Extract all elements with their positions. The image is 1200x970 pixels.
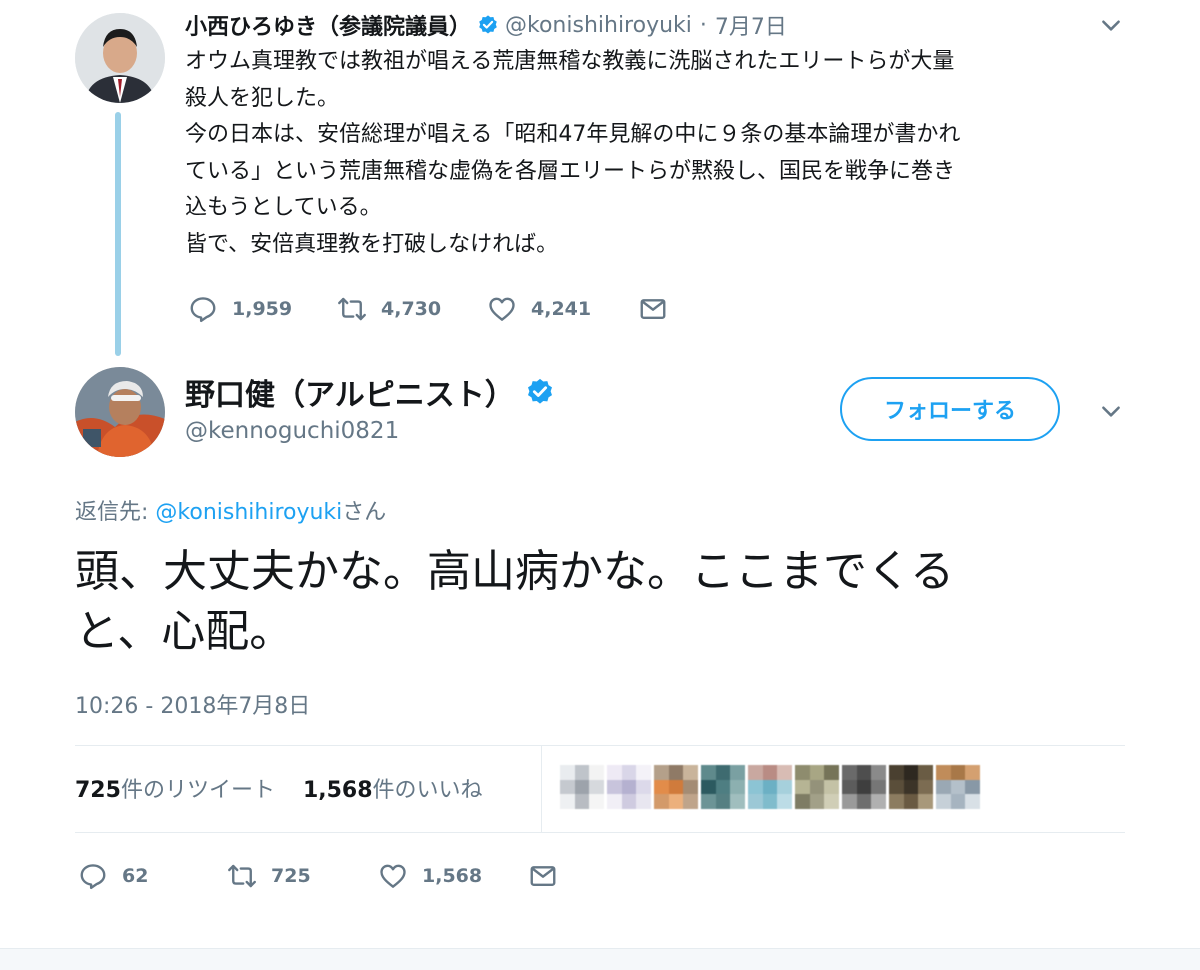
parent-tweet-line: ている」という荒唐無稽な虚偽を各層エリートらが黙殺し、国民を戦争に巻き xyxy=(185,158,956,184)
tweet-stats: 725件のリツイート 1,568件のいいね xyxy=(75,772,483,804)
parent-tweet-date[interactable]: 7月7日 xyxy=(715,9,787,41)
avatar-konishi[interactable] xyxy=(75,13,165,103)
parent-reply-button[interactable]: 1,959 xyxy=(188,294,292,324)
liker-avatar[interactable] xyxy=(842,765,886,809)
reply-icon xyxy=(190,297,216,323)
like-count: 1,568 xyxy=(422,865,483,887)
like-stat-label: 件のいいね xyxy=(372,778,483,803)
liker-avatar[interactable] xyxy=(889,765,933,809)
retweet-stat-count: 725 xyxy=(75,778,121,803)
message-icon xyxy=(640,299,666,319)
parent-tweet-line: 殺人を犯した。 xyxy=(185,85,340,111)
retweet-count: 725 xyxy=(271,865,311,887)
like-icon xyxy=(380,864,406,888)
parent-message-button[interactable] xyxy=(638,294,682,324)
header-separator: · xyxy=(699,12,707,38)
parent-tweet-line: 今の日本は、安倍総理が唱える「昭和47年見解の中に９条の基本論理が書かれ xyxy=(185,122,961,147)
like-icon xyxy=(489,297,515,321)
reply-prefix: 返信先: xyxy=(75,500,156,525)
main-tweet-text: 頭、大丈夫かな。高山病かな。ここまでくる と、心配。 xyxy=(75,542,1135,662)
parent-reply-count: 1,959 xyxy=(232,298,293,320)
liker-avatar[interactable] xyxy=(560,765,604,809)
parent-tweet-line: オウム真理教では教祖が唱える荒唐無稽な教義に洗脳されたエリートらが大量 xyxy=(185,49,955,74)
liker-avatar[interactable] xyxy=(795,765,839,809)
retweet-icon xyxy=(228,864,256,888)
reply-button[interactable]: 62 xyxy=(78,861,148,891)
parent-retweet-count: 4,730 xyxy=(381,298,442,320)
main-author-row: 野口健（アルピニスト） xyxy=(185,370,561,414)
like-button[interactable]: 1,568 xyxy=(378,861,482,891)
reply-icon xyxy=(80,864,106,890)
message-icon xyxy=(530,866,556,886)
liker-avatar[interactable] xyxy=(936,765,980,809)
replying-to: 返信先: @konishihiroyukiさん xyxy=(75,494,386,526)
tweet-timestamp[interactable]: 10:26 - 2018年7月8日 xyxy=(75,688,310,720)
main-tweet-line: 頭、大丈夫かな。高山病かな。ここまでくる xyxy=(75,546,955,597)
divider xyxy=(75,832,1125,833)
reply-suffix: さん xyxy=(342,500,387,525)
parent-retweet-button[interactable]: 4,730 xyxy=(337,294,441,324)
retweet-stat-link[interactable]: 725件のリツイート xyxy=(75,778,275,803)
parent-like-button[interactable]: 4,241 xyxy=(487,294,591,324)
verified-icon xyxy=(527,378,552,404)
message-button[interactable] xyxy=(528,861,572,891)
parent-tweet-line: 込もうとしている。 xyxy=(185,195,382,220)
avatar-noguchi[interactable] xyxy=(75,367,165,457)
liker-avatar[interactable] xyxy=(654,765,698,809)
parent-like-count: 4,241 xyxy=(531,298,592,320)
parent-tweet-header: 小西ひろゆき（参議院議員） @konishihiroyuki · 7月7日 xyxy=(185,8,787,42)
main-author-name[interactable]: 野口健（アルピニスト） xyxy=(185,370,515,414)
parent-author-handle[interactable]: @konishihiroyuki xyxy=(505,13,692,38)
parent-author-name[interactable]: 小西ひろゆき（参議院議員） xyxy=(185,9,471,41)
liker-avatar[interactable] xyxy=(748,765,792,809)
retweet-icon xyxy=(338,297,366,321)
main-tweet-line: と、心配。 xyxy=(75,606,294,657)
retweet-button[interactable]: 725 xyxy=(227,861,311,891)
like-stat-link[interactable]: 1,568件のいいね xyxy=(303,778,483,803)
divider xyxy=(75,745,1125,746)
divider xyxy=(541,745,542,832)
reply-mention-link[interactable]: @konishihiroyuki xyxy=(155,500,342,525)
reply-count: 62 xyxy=(122,865,149,887)
follow-button[interactable]: フォローする xyxy=(840,377,1060,441)
chevron-down-icon[interactable] xyxy=(1098,12,1124,38)
parent-tweet-text: オウム真理教では教祖が唱える荒唐無稽な教義に洗脳されたエリートらが大量 殺人を犯… xyxy=(185,44,1125,263)
parent-tweet-line: 皆で、安倍真理教を打破しなければ。 xyxy=(185,231,559,257)
retweet-stat-label: 件のリツイート xyxy=(120,778,275,803)
verified-icon xyxy=(479,15,497,34)
page-bottom-band xyxy=(0,948,1200,970)
like-stat-count: 1,568 xyxy=(302,778,373,803)
main-author-handle[interactable]: @kennoguchi0821 xyxy=(185,418,399,444)
thread-connector-line xyxy=(115,112,121,356)
liker-avatar[interactable] xyxy=(701,765,745,809)
chevron-down-icon[interactable] xyxy=(1098,398,1124,424)
liker-avatars xyxy=(560,765,983,809)
liker-avatar[interactable] xyxy=(607,765,651,809)
